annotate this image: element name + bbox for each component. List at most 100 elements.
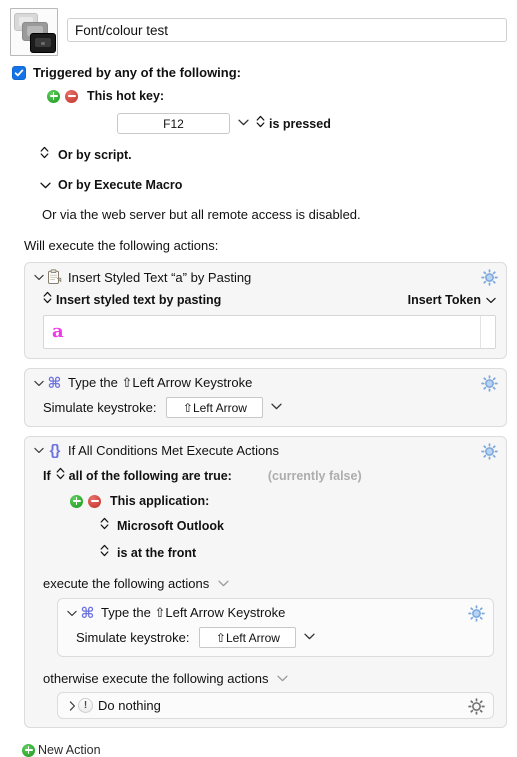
will-execute-label: Will execute the following actions:: [24, 238, 219, 253]
then-branch-label: execute the following actions: [43, 575, 210, 591]
hotkey-value-row: F12 is pressed: [12, 113, 507, 134]
or-by-script-label: Or by script.: [58, 148, 132, 162]
keystroke-row: Simulate keystroke: ⇧Left Arrow: [25, 396, 506, 426]
condition-state-value: is at the front: [117, 546, 197, 560]
condition-status-badge: (currently false): [267, 469, 362, 483]
disclosure-chevron-down-icon[interactable]: [33, 380, 45, 387]
if-action-body: If all of the following are true: (curre…: [25, 463, 506, 727]
clipboard-icon: [45, 269, 64, 285]
actions-list: Insert Styled Text “a” by Pasting Insert…: [0, 255, 517, 728]
trigger-checkbox[interactable]: [12, 65, 26, 80]
action-do-nothing[interactable]: ! Do nothing: [57, 692, 494, 719]
hotkey-value: F12: [163, 116, 184, 131]
add-condition-button[interactable]: [70, 494, 83, 508]
or-by-script-row[interactable]: Or by script.: [12, 146, 507, 164]
braces-icon: {}: [49, 442, 61, 459]
condition-addremove-group: [70, 494, 101, 508]
chevron-down-icon[interactable]: [218, 574, 229, 592]
updown-chevrons-icon[interactable]: [100, 517, 109, 535]
else-branch-actions: ! Do nothing: [43, 692, 496, 719]
condition-state-row[interactable]: is at the front: [43, 544, 496, 562]
action-title: If All Conditions Met Execute Actions: [68, 443, 279, 458]
action-header[interactable]: {} If All Conditions Met Execute Actions: [25, 437, 506, 463]
disclosure-chevron-right-icon[interactable]: [66, 700, 78, 711]
styled-text-value: a: [52, 321, 64, 342]
trigger-enable-row[interactable]: Triggered by any of the following:: [12, 65, 507, 80]
keystroke-field[interactable]: ⇧Left Arrow: [166, 397, 264, 418]
trigger-section: Triggered by any of the following: This …: [0, 56, 517, 255]
plus-circle-green-icon[interactable]: [22, 743, 35, 757]
hotkey-trigger-label: This hot key:: [87, 89, 165, 103]
insert-mode-group[interactable]: Insert styled text by pasting: [43, 291, 221, 309]
disclosure-chevron-down-icon[interactable]: [33, 447, 45, 454]
trigger-enable-label: Triggered by any of the following:: [33, 65, 242, 80]
new-action-row[interactable]: New Action: [0, 737, 517, 757]
gear-icon[interactable]: [468, 605, 485, 622]
if-prefix-label: If: [43, 469, 51, 483]
gear-icon[interactable]: [481, 375, 498, 392]
action-header[interactable]: Insert Styled Text “a” by Pasting: [25, 263, 506, 290]
insert-mode-row: Insert styled text by pasting Insert Tok…: [43, 291, 496, 309]
action-title: Type the ⇧Left Arrow Keystroke: [101, 605, 286, 620]
action-type-keystroke-nested[interactable]: ⌘ Type the ⇧Left Arrow Keystroke Simulat…: [57, 598, 494, 657]
macro-title-text: Font/colour test: [75, 22, 169, 38]
updown-chevrons-icon[interactable]: [56, 467, 65, 485]
screen-front: [30, 33, 56, 53]
insert-token-menu[interactable]: Insert Token: [408, 293, 496, 307]
hotkey-condition-label[interactable]: is pressed: [269, 117, 331, 131]
action-title: Type the ⇧Left Arrow Keystroke: [68, 375, 253, 390]
remove-condition-button[interactable]: [88, 494, 101, 508]
keystroke-value: ⇧Left Arrow: [182, 400, 247, 415]
action-title: Insert Styled Text “a” by Pasting: [68, 269, 252, 285]
action-insert-styled-text[interactable]: Insert Styled Text “a” by Pasting Insert…: [24, 262, 507, 359]
disclosure-chevron-down-icon[interactable]: [66, 610, 78, 617]
else-branch-label: otherwise execute the following actions: [43, 670, 269, 686]
or-by-execute-macro-row[interactable]: Or by Execute Macro: [12, 176, 507, 194]
action-header[interactable]: ⌘ Type the ⇧Left Arrow Keystroke: [25, 369, 506, 396]
condition-app-row[interactable]: Microsoft Outlook: [43, 517, 496, 535]
updown-chevrons-icon[interactable]: [43, 291, 52, 309]
add-trigger-button[interactable]: [47, 89, 60, 103]
web-server-note-row: Or via the web server but all remote acc…: [12, 206, 507, 224]
updown-chevrons-icon[interactable]: [40, 146, 49, 164]
stacked-screens-icon[interactable]: [10, 8, 58, 56]
keystroke-label: Simulate keystroke:: [43, 400, 157, 415]
condition-row: This application:: [43, 494, 496, 508]
gear-icon[interactable]: [481, 269, 498, 286]
action-body: Insert styled text by pasting Insert Tok…: [25, 291, 506, 358]
command-key-icon: ⌘: [80, 603, 95, 622]
updown-chevrons-icon[interactable]: [100, 544, 109, 562]
or-by-execute-macro-label: Or by Execute Macro: [58, 178, 183, 192]
will-execute-row: Will execute the following actions:: [12, 237, 507, 255]
condition-type-label: This application:: [110, 494, 210, 508]
action-if-all-conditions[interactable]: {} If All Conditions Met Execute Actions: [24, 436, 507, 728]
macro-title-field[interactable]: Font/colour test: [67, 18, 507, 42]
chevron-down-icon[interactable]: [40, 176, 51, 194]
gear-icon[interactable]: [468, 698, 485, 715]
then-branch-label-row[interactable]: execute the following actions: [43, 574, 496, 592]
chevron-down-icon[interactable]: [271, 402, 283, 413]
if-quantifier-label[interactable]: all of the following are true:: [69, 469, 232, 483]
action-type-keystroke[interactable]: ⌘ Type the ⇧Left Arrow Keystroke Simulat…: [24, 368, 507, 427]
chevron-down-icon[interactable]: [238, 118, 249, 129]
insert-mode-label: Insert styled text by pasting: [56, 293, 222, 307]
chevron-down-icon[interactable]: [304, 632, 316, 643]
hotkey-popup-field[interactable]: F12: [117, 113, 230, 134]
chevron-down-icon[interactable]: [277, 669, 289, 687]
else-branch-label-row[interactable]: otherwise execute the following actions: [43, 669, 496, 687]
exclamation-icon: !: [78, 698, 93, 713]
keystroke-value: ⇧Left Arrow: [215, 630, 280, 645]
action-header[interactable]: ⌘ Type the ⇧Left Arrow Keystroke: [58, 599, 493, 626]
disclosure-chevron-down-icon[interactable]: [33, 274, 45, 281]
styled-text-input[interactable]: a: [43, 315, 496, 349]
keystroke-field[interactable]: ⇧Left Arrow: [199, 627, 297, 648]
gear-icon[interactable]: [481, 443, 498, 460]
hotkey-trigger-row: This hot key:: [12, 89, 507, 103]
web-server-note: Or via the web server but all remote acc…: [42, 207, 361, 222]
if-quantifier-row: If all of the following are true: (curre…: [43, 467, 496, 485]
command-key-icon: ⌘: [47, 373, 62, 392]
updown-chevrons-icon[interactable]: [256, 115, 265, 133]
trigger-addremove-group: [47, 89, 78, 103]
remove-trigger-button[interactable]: [65, 89, 78, 103]
action-title: Do nothing: [98, 698, 161, 713]
